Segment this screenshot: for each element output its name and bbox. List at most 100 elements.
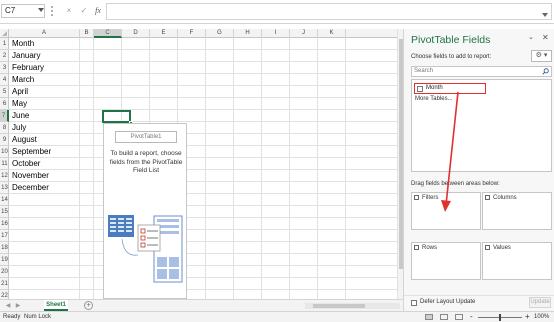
cancel-entry-button[interactable]: ×	[63, 5, 75, 17]
defer-layout-checkbox[interactable]	[411, 300, 417, 306]
row-header-22[interactable]: 22	[0, 290, 9, 299]
cell-a12[interactable]: November	[12, 170, 49, 182]
name-box-dropdown-icon[interactable]	[38, 8, 44, 12]
row-header-1[interactable]: 1	[0, 38, 9, 50]
pivottable-illustration-icon	[108, 215, 183, 283]
page-layout-view-button[interactable]	[440, 314, 448, 320]
pivottable-fields-pane: PivotTable Fields ⌄ ✕ Choose fields to a…	[403, 29, 554, 311]
row-header-14[interactable]: 14	[0, 194, 9, 206]
pane-options-icon[interactable]: ⌄	[528, 33, 536, 42]
cell-a13[interactable]: December	[12, 182, 49, 194]
row-header-6[interactable]: 6	[0, 98, 9, 110]
column-header-c[interactable]: C	[94, 29, 122, 38]
update-button[interactable]: Update	[529, 297, 551, 308]
cell-a2[interactable]: January	[12, 50, 40, 62]
cell-area[interactable]: PivotTable1 To build a report, choose fi…	[9, 38, 397, 299]
row-header-5[interactable]: 5	[0, 86, 9, 98]
cell-a6[interactable]: May	[12, 98, 27, 110]
pivottable-instructions: To build a report, choose fields from th…	[109, 150, 183, 174]
row-header-8[interactable]: 8	[0, 122, 9, 134]
expand-formula-bar-icon[interactable]	[542, 13, 548, 17]
column-header-g[interactable]: G	[206, 29, 234, 38]
add-sheet-button[interactable]: +	[84, 301, 93, 310]
zoom-in-button[interactable]: +	[525, 312, 530, 322]
gridline	[9, 181, 397, 182]
prev-sheet-icon[interactable]: ◀	[4, 302, 12, 310]
horizontal-scrollbar[interactable]	[305, 303, 400, 309]
select-all-button[interactable]	[0, 29, 9, 38]
row-header-21[interactable]: 21	[0, 278, 9, 290]
column-header-k[interactable]: K	[318, 29, 346, 38]
worksheet-grid[interactable]: ABCDEFGHIJK 1 2 3 4 5 6 7 8 9 10 11 12 13 14 15 16 17 18 1…	[0, 29, 397, 299]
field-search-input[interactable]: Search	[411, 66, 552, 77]
formula-bar-grip-icon	[50, 6, 54, 16]
cell-a3[interactable]: February	[12, 62, 44, 74]
row-header-2[interactable]: 2	[0, 50, 9, 62]
cell-a10[interactable]: September	[12, 146, 51, 158]
column-header-j[interactable]: J	[290, 29, 318, 38]
row-header-19[interactable]: 19	[0, 254, 9, 266]
row-header-18[interactable]: 18	[0, 242, 9, 254]
cell-a7[interactable]: June	[12, 110, 29, 122]
row-header-15[interactable]: 15	[0, 206, 9, 218]
pivottable-name: PivotTable1	[115, 131, 177, 143]
column-header-e[interactable]: E	[150, 29, 178, 38]
field-month-checkbox[interactable]	[417, 86, 423, 92]
field-item-month[interactable]: Month	[414, 83, 486, 94]
row-header-7[interactable]: 7	[0, 110, 9, 122]
row-header-11[interactable]: 11	[0, 158, 9, 170]
insert-function-button[interactable]: fx	[92, 5, 104, 17]
row-header-3[interactable]: 3	[0, 62, 9, 74]
tab-sheet1[interactable]: Sheet1	[44, 300, 68, 311]
column-header-i[interactable]: I	[262, 29, 290, 38]
row-header-4[interactable]: 4	[0, 74, 9, 86]
gridline	[9, 61, 397, 62]
cell-a1[interactable]: Month	[12, 38, 34, 50]
gridline	[93, 38, 94, 299]
close-icon[interactable]: ✕	[542, 33, 550, 42]
row-header-16[interactable]: 16	[0, 218, 9, 230]
next-sheet-icon[interactable]: ▶	[14, 302, 22, 310]
gridline	[9, 229, 397, 230]
column-header-h[interactable]: H	[234, 29, 262, 38]
values-area[interactable]: Values	[482, 242, 552, 280]
row-header-12[interactable]: 12	[0, 170, 9, 182]
field-settings-button[interactable]: ⚙ ▾	[531, 50, 552, 62]
horizontal-scroll-thumb[interactable]	[313, 304, 365, 308]
row-header-9[interactable]: 9	[0, 134, 9, 146]
column-header-a[interactable]: A	[9, 29, 80, 38]
row-header-17[interactable]: 17	[0, 230, 9, 242]
pivottable-placeholder[interactable]: PivotTable1 To build a report, choose fi…	[103, 123, 187, 299]
gridline	[79, 38, 80, 299]
active-cell-c7[interactable]	[102, 110, 131, 123]
cell-a11[interactable]: October	[12, 158, 40, 170]
filters-area[interactable]: Filters	[411, 192, 481, 230]
row-headers: 1 2 3 4 5 6 7 8 9 10 11 12 13 14 15 16 17 18 19 20 21 22	[0, 38, 9, 299]
cell-a9[interactable]: August	[12, 134, 37, 146]
defer-layout-label: Defer Layout Update	[420, 299, 476, 305]
cell-a4[interactable]: March	[12, 74, 34, 86]
more-tables-link[interactable]: More Tables...	[415, 96, 453, 102]
confirm-entry-button[interactable]: ✓	[78, 5, 90, 17]
zoom-out-button[interactable]: -	[470, 312, 473, 322]
columns-area[interactable]: Columns	[482, 192, 552, 230]
column-header-d[interactable]: D	[122, 29, 150, 38]
cell-a5[interactable]: April	[12, 86, 28, 98]
formula-input[interactable]	[106, 3, 552, 20]
zoom-slider-knob[interactable]	[499, 314, 501, 321]
gridline	[9, 193, 397, 194]
row-header-13[interactable]: 13	[0, 182, 9, 194]
cell-a8[interactable]: July	[12, 122, 26, 134]
normal-view-button[interactable]	[425, 314, 433, 320]
field-month-label: Month	[426, 85, 443, 91]
row-header-10[interactable]: 10	[0, 146, 9, 158]
row-header-20[interactable]: 20	[0, 266, 9, 278]
column-header-f[interactable]: F	[178, 29, 206, 38]
column-header-b[interactable]: B	[80, 29, 94, 38]
gridline	[9, 109, 397, 110]
gridline	[9, 49, 397, 50]
page-break-view-button[interactable]	[455, 314, 463, 320]
gridline	[345, 38, 346, 299]
rows-area[interactable]: Rows	[411, 242, 481, 280]
zoom-level[interactable]: 100%	[534, 312, 549, 322]
